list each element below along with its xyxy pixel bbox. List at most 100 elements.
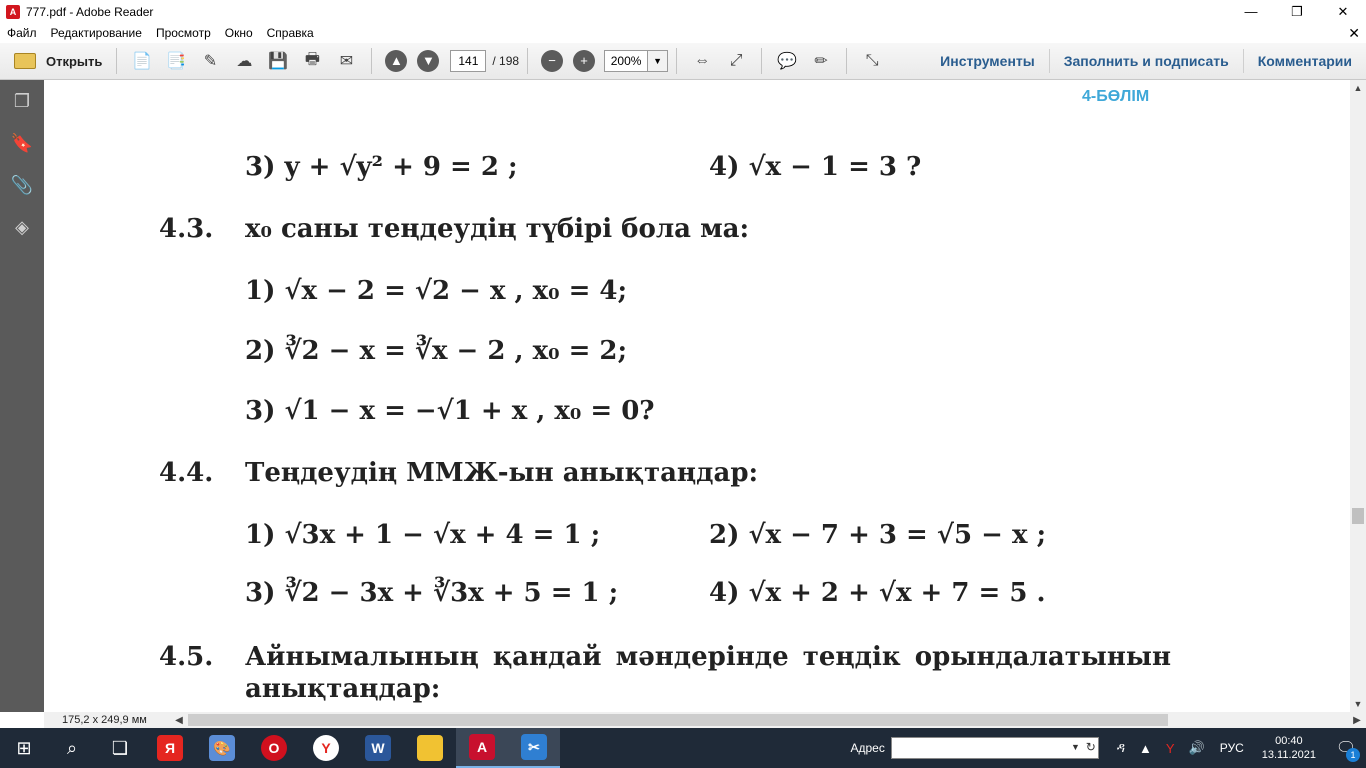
yandex-tray-icon[interactable]: Y [1166, 741, 1175, 756]
volume-icon[interactable]: 🔊 [1189, 740, 1205, 756]
word-icon: W [365, 735, 391, 761]
notifications-icon[interactable]: 🗨 1 [1326, 728, 1366, 768]
comments-link[interactable]: Комментарии [1242, 49, 1366, 73]
next-page-icon[interactable]: ▼ [417, 50, 440, 72]
adobe-reader-icon: A [6, 4, 20, 19]
menu-file[interactable]: Файл [0, 26, 44, 40]
taskbar: ⊞ ⌕ ❏ Я 🎨 O Y W A ✂ Адрес ▼ ↻ ዳ ▲ Y 🔊 РУ… [0, 728, 1366, 768]
zoom-select[interactable]: 200% ▼ [604, 50, 669, 72]
menu-view[interactable]: Просмотр [149, 26, 218, 40]
zoom-in-icon[interactable]: + [573, 50, 596, 72]
language-indicator[interactable]: РУС [1220, 741, 1244, 755]
tools-link[interactable]: Инструменты [926, 49, 1049, 73]
fullscreen-icon[interactable]: ⤡ [859, 48, 885, 74]
task-view-icon[interactable]: ❏ [96, 728, 144, 768]
open-button[interactable]: Открыть [8, 47, 108, 75]
status-bar: 175,2 x 249,9 мм ◀ ▶ [44, 712, 1366, 728]
search-icon[interactable]: ⌕ [48, 728, 96, 768]
refresh-icon[interactable]: ↻ [1086, 740, 1096, 754]
document-close-icon[interactable]: ✕ [1348, 25, 1360, 42]
adobe-reader-app[interactable]: A [456, 728, 508, 768]
comment-icon[interactable]: 💬 [774, 48, 800, 74]
save-icon[interactable]: 💾 [265, 48, 291, 74]
exercise-title-continued: анықтаңдар: [245, 674, 441, 704]
menu-help[interactable]: Справка [260, 26, 321, 40]
yandex-launcher-app[interactable]: Я [144, 728, 196, 768]
toolbar-separator [371, 48, 373, 74]
folder-icon [14, 53, 36, 69]
scroll-right-icon[interactable]: ▶ [1348, 715, 1366, 726]
fill-sign-link[interactable]: Заполнить и подписать [1048, 49, 1243, 73]
maximize-button[interactable]: ❐ [1274, 0, 1320, 23]
exercise-title: Айнымалының қандай мәндерінде теңдік оры… [245, 642, 1171, 672]
scroll-up-icon[interactable]: ▲ [1350, 80, 1366, 96]
exercise-item: 3) y + √y² + 9 = 2 ; [245, 152, 518, 182]
navigation-panel: ❐ 🔖 📎 ◈ [0, 80, 44, 712]
clock-date: 13.11.2021 [1261, 749, 1316, 761]
bookmarks-icon[interactable]: 🔖 [0, 122, 44, 164]
edit-pdf-icon[interactable]: ✎ [197, 48, 223, 74]
cloud-upload-icon[interactable]: ☁ [231, 48, 257, 74]
attachments-icon[interactable]: 📎 [0, 164, 44, 206]
people-icon[interactable]: ዳ [1117, 740, 1125, 756]
opera-app[interactable]: O [248, 728, 300, 768]
section-header: 4-БӨЛІМ [1082, 88, 1150, 105]
chevron-down-icon[interactable]: ▼ [648, 50, 669, 72]
exercise-title: x₀ саны теңдеудің түбірі бола ма: [245, 214, 750, 244]
yandex-icon: Я [157, 735, 183, 761]
scroll-left-icon[interactable]: ◀ [172, 715, 186, 726]
export-pdf-icon[interactable]: 📑 [163, 48, 189, 74]
yandex-browser-app[interactable]: Y [300, 728, 352, 768]
paint-app[interactable]: 🎨 [196, 728, 248, 768]
clock[interactable]: 00:40 13.11.2021 [1262, 734, 1316, 762]
previous-page-icon[interactable]: ▲ [385, 50, 408, 72]
close-button[interactable]: ✕ [1320, 0, 1366, 23]
horizontal-scroll-thumb[interactable] [188, 714, 1168, 726]
window-controls: — ❐ ✕ [1228, 0, 1366, 23]
address-input[interactable]: ▼ ↻ [890, 737, 1099, 759]
exercise-item: 3) √1 − x = −√1 + x , x₀ = 0? [245, 396, 655, 426]
create-pdf-icon[interactable]: 📄 [129, 48, 155, 74]
toolbar-right-links: Инструменты Заполнить и подписать Коммен… [926, 43, 1366, 79]
menu-edit[interactable]: Редактирование [44, 26, 149, 40]
print-icon[interactable]: 🖶 [299, 48, 325, 74]
exercise-item: 3) ∛2 − 3x + ∛3x + 5 = 1 ; [245, 578, 619, 608]
word-app[interactable]: W [352, 728, 404, 768]
page-number-input[interactable]: 141 [450, 50, 487, 72]
vertical-scroll-thumb[interactable] [1352, 508, 1364, 524]
snipping-tool-app[interactable]: ✂ [508, 728, 560, 768]
title-bar: A 777.pdf - Adobe Reader — ❐ ✕ [0, 0, 1366, 23]
file-explorer-app[interactable] [404, 728, 456, 768]
highlight-icon[interactable]: ✏ [808, 48, 834, 74]
system-tray: Адрес ▼ ↻ ዳ ▲ Y 🔊 РУС 00:40 13.11.2021 🗨… [851, 728, 1366, 768]
minimize-button[interactable]: — [1228, 0, 1274, 23]
layers-icon[interactable]: ◈ [0, 206, 44, 248]
fit-page-icon[interactable]: ⤢ [723, 48, 749, 74]
windows-start-icon[interactable]: ⊞ [0, 728, 48, 768]
zoom-out-icon[interactable]: − [541, 50, 564, 72]
email-icon[interactable]: ✉ [333, 48, 359, 74]
scroll-down-icon[interactable]: ▼ [1350, 696, 1366, 712]
adobe-icon: A [469, 734, 495, 760]
window-title: 777.pdf - Adobe Reader [26, 4, 154, 19]
show-hidden-icons-icon[interactable]: ▲ [1139, 741, 1152, 756]
horizontal-scrollbar[interactable] [186, 712, 1348, 728]
fit-width-icon[interactable]: ⇔ [689, 48, 715, 74]
toolbar-separator [116, 48, 118, 74]
page-total: / 198 [492, 54, 520, 68]
opera-icon: O [261, 735, 287, 761]
exercise-number: 4.5. [159, 642, 214, 672]
zoom-value[interactable]: 200% [604, 50, 649, 72]
notification-badge: 1 [1346, 748, 1360, 762]
toolbar-separator [676, 48, 678, 74]
chevron-down-icon[interactable]: ▼ [1071, 742, 1080, 752]
exercise-number: 4.3. [159, 214, 214, 244]
document-view[interactable]: 4-БӨЛІМ 3) y + √y² + 9 = 2 ; 4) √x − 1 =… [44, 80, 1350, 712]
clock-time: 00:40 [1275, 735, 1303, 747]
yandex-browser-icon: Y [313, 735, 339, 761]
menu-window[interactable]: Окно [218, 26, 260, 40]
exercise-item: 2) ∛2 − x = ∛x − 2 , x₀ = 2; [245, 336, 628, 366]
page-thumbnails-icon[interactable]: ❐ [0, 80, 44, 122]
vertical-scrollbar[interactable]: ▲ ▼ [1350, 80, 1366, 712]
exercise-item: 4) √x − 1 = 3 ? [709, 152, 922, 182]
